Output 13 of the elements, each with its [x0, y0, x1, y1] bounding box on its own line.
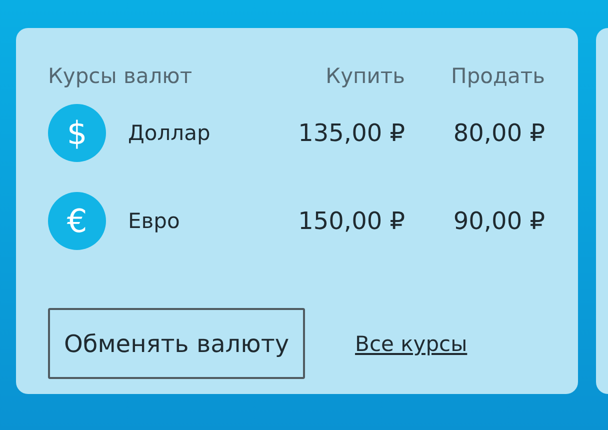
card-title: Курсы валют: [48, 64, 192, 88]
currency-name: Доллар: [128, 121, 212, 145]
buy-rate: 150,00 ₽: [298, 207, 405, 235]
currency-name: Евро: [128, 209, 181, 233]
buy-rate: 135,00 ₽: [298, 119, 405, 147]
currency-icon: $: [48, 104, 106, 162]
sell-rate: 80,00 ₽: [453, 119, 545, 147]
exchange-button[interactable]: Обменять валюту: [48, 308, 306, 379]
sell-rate: 90,00 ₽: [453, 207, 545, 235]
all-rates-link[interactable]: Все курсы: [355, 332, 468, 356]
column-header: Продать: [451, 64, 545, 88]
currency-icon: €: [48, 192, 106, 250]
column-header: Купить: [326, 64, 405, 88]
